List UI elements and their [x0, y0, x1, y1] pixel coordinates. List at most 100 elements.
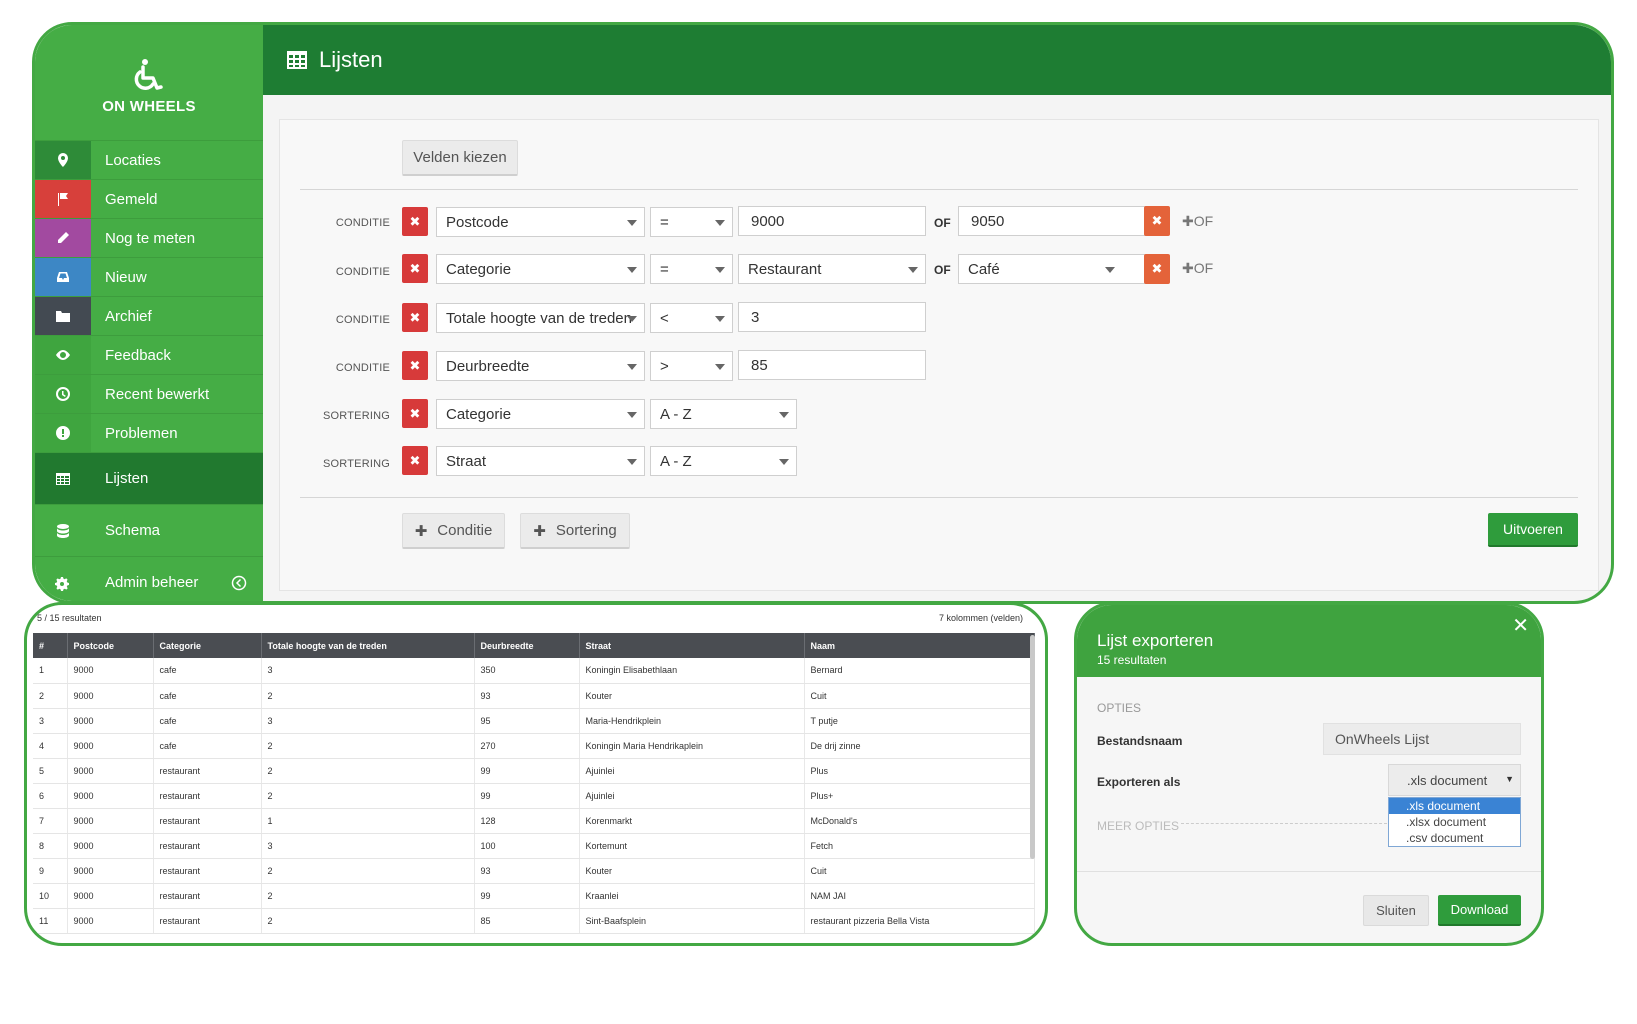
operator-select[interactable]: < [650, 303, 733, 333]
inbox-icon [35, 258, 91, 296]
table-cell: 3 [261, 658, 475, 684]
table-cell: 2 [33, 683, 68, 709]
field-select[interactable]: Totale hoogte van de treden [436, 303, 645, 333]
chevron-down-icon [627, 267, 637, 273]
wheelchair-icon [134, 59, 163, 90]
remove-row-button[interactable]: ✖ [402, 207, 428, 236]
sort-order-select[interactable]: A - Z [650, 446, 797, 476]
table-cell: Plus+ [804, 783, 1035, 809]
pencil-icon [35, 219, 91, 257]
operator-select-value: > [660, 357, 669, 375]
sidebar-item-schema[interactable]: Schema [35, 504, 263, 556]
table-row[interactable]: 5 9000 restaurant 2 99 Ajuinlei Plus [33, 758, 1035, 784]
collapse-sidebar-icon[interactable] [231, 575, 247, 591]
field-select[interactable]: Straat [436, 446, 645, 476]
sidebar-item-feedback[interactable]: Feedback [35, 335, 263, 374]
format-option[interactable]: .csv document [1389, 830, 1520, 846]
value-input[interactable]: 85 [738, 350, 926, 380]
add-condition-button[interactable]: ✚ Conditie [402, 513, 505, 549]
format-option[interactable]: .xls document [1389, 798, 1520, 814]
table-cell: cafe [153, 683, 262, 709]
table-row[interactable]: 3 9000 cafe 3 95 Maria-Hendrikplein T putje [33, 708, 1035, 734]
column-header[interactable]: # [33, 633, 68, 658]
column-header[interactable]: Straat [579, 633, 805, 658]
sidebar-item-problemen[interactable]: Problemen [35, 413, 263, 452]
remove-row-button[interactable]: ✖ [402, 446, 428, 475]
table-cell: 3 [261, 708, 475, 734]
close-icon[interactable]: ✕ [1512, 613, 1529, 638]
value-input[interactable]: 3 [738, 302, 926, 332]
sidebar-item-nieuw[interactable]: Nieuw [35, 257, 263, 296]
dialog-title: Lijst exporteren [1097, 631, 1214, 650]
more-options-toggle[interactable]: MEER OPTIES [1097, 819, 1179, 833]
table-cell: Cuit [804, 683, 1035, 709]
table-row[interactable]: 2 9000 cafe 2 93 Kouter Cuit [33, 683, 1035, 709]
sidebar-item-admin-beheer[interactable]: Admin beheer [35, 556, 263, 601]
sidebar-item-gemeld[interactable]: Gemeld [35, 179, 263, 218]
field-select[interactable]: Deurbreedte [436, 351, 645, 381]
add-or-button[interactable]: ✚OF [1182, 213, 1213, 230]
column-header[interactable]: Totale hoogte van de treden [261, 633, 475, 658]
table-cell: restaurant [153, 883, 262, 909]
or-value-select[interactable]: Café [958, 254, 1146, 284]
operator-select[interactable]: = [650, 254, 733, 284]
sidebar-item-locaties[interactable]: Locaties [35, 140, 263, 179]
operator-select[interactable]: = [650, 207, 733, 237]
field-select[interactable]: Postcode [436, 207, 645, 237]
columns-count[interactable]: 7 kolommen (velden) [939, 613, 1023, 623]
remove-row-button[interactable]: ✖ [402, 303, 428, 332]
export-dialog: Lijst exporteren 15 resultaten ✕ OPTIES … [1074, 602, 1544, 946]
table-cell: 2 [261, 733, 475, 759]
table-row[interactable]: 7 9000 restaurant 1 128 Korenmarkt McDonald's [33, 808, 1035, 834]
folder-icon [35, 297, 91, 335]
format-option[interactable]: .xlsx document [1389, 814, 1520, 830]
add-or-label: OF [1193, 260, 1214, 276]
table-row[interactable]: 1 9000 cafe 3 350 Koningin Elisabethlaan Berna… [33, 658, 1035, 684]
column-header[interactable]: Postcode [67, 633, 154, 658]
sort-order-select[interactable]: A - Z [650, 399, 797, 429]
remove-or-value-button[interactable]: ✖ [1144, 254, 1170, 284]
table-row[interactable]: 10 9000 restaurant 2 99 Kraanlei NAM JAI [33, 883, 1035, 909]
download-button[interactable]: Download [1438, 895, 1521, 926]
table-cell: 93 [474, 683, 580, 709]
remove-or-value-button[interactable]: ✖ [1144, 206, 1170, 236]
table-cell: 99 [474, 883, 580, 909]
filename-input[interactable]: OnWheels Lijst [1323, 723, 1521, 755]
add-sort-button[interactable]: ✚ Sortering [520, 513, 630, 549]
table-cell: 9000 [67, 883, 154, 909]
table-row[interactable]: 6 9000 restaurant 2 99 Ajuinlei Plus+ [33, 783, 1035, 809]
remove-row-button[interactable]: ✖ [402, 351, 428, 380]
or-value-input[interactable]: 9050 [958, 206, 1146, 236]
table-row[interactable]: 11 9000 restaurant 2 85 Sint-Baafsplein restau… [33, 908, 1035, 934]
sidebar-item-recent-bewerkt[interactable]: Recent bewerkt [35, 374, 263, 413]
field-select[interactable]: Categorie [436, 399, 645, 429]
column-header[interactable]: Categorie [153, 633, 262, 658]
add-or-button[interactable]: ✚OF [1182, 260, 1213, 277]
sidebar-item-lijsten[interactable]: Lijsten [35, 452, 263, 504]
column-header[interactable]: Deurbreedte [474, 633, 580, 658]
table-row[interactable]: 8 9000 restaurant 3 100 Kortemunt Fetch [33, 833, 1035, 859]
field-select-value: Categorie [446, 260, 512, 278]
choose-fields-button[interactable]: Velden kiezen [402, 140, 518, 176]
table-row[interactable]: 9 9000 restaurant 2 93 Kouter Cuit [33, 858, 1035, 884]
remove-row-button[interactable]: ✖ [402, 399, 428, 428]
table-cell: 9 [33, 858, 68, 884]
format-select[interactable]: .xls document ▼ [1388, 764, 1521, 796]
remove-row-button[interactable]: ✖ [402, 254, 428, 283]
execute-button[interactable]: Uitvoeren [1488, 513, 1578, 547]
table-cell: De drij zinne [804, 733, 1035, 759]
brand-logo[interactable]: ON WHEELS [35, 25, 263, 140]
value-input[interactable]: 9000 [738, 206, 926, 236]
chevron-down-icon [627, 459, 637, 465]
vertical-scrollbar[interactable] [1030, 635, 1035, 859]
value-select[interactable]: Restaurant [738, 254, 926, 284]
table-cell: 2 [261, 783, 475, 809]
close-button[interactable]: Sluiten [1363, 895, 1429, 926]
table-row[interactable]: 4 9000 cafe 2 270 Koningin Maria Hendrikaplei… [33, 733, 1035, 759]
operator-select[interactable]: > [650, 351, 733, 381]
column-header[interactable]: Naam [804, 633, 1035, 658]
table-cell: 9000 [67, 658, 154, 684]
sidebar-item-nog-te-meten[interactable]: Nog te meten [35, 218, 263, 257]
field-select[interactable]: Categorie [436, 254, 645, 284]
sidebar-item-archief[interactable]: Archief [35, 296, 263, 335]
